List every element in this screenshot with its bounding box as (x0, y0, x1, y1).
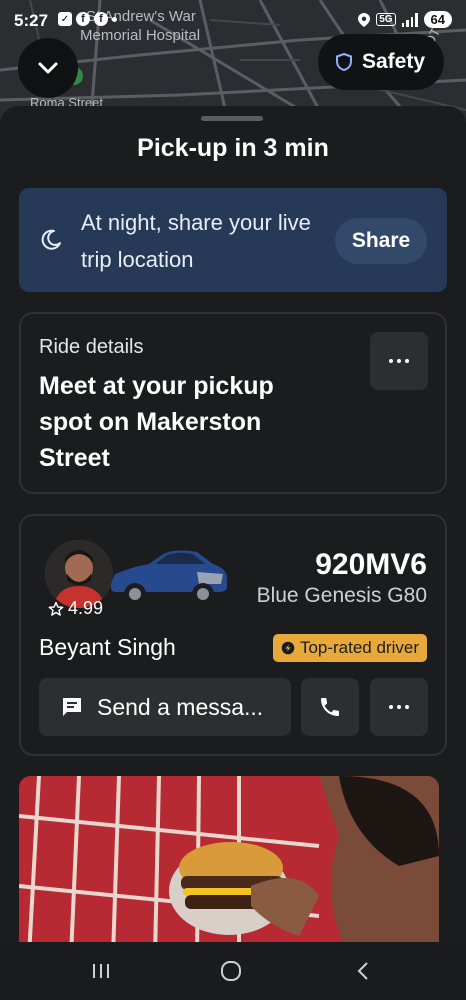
promo-banner[interactable] (19, 776, 439, 942)
share-button[interactable]: Share (335, 218, 427, 264)
collapse-button[interactable] (18, 38, 78, 98)
night-share-text: At night, share your live trip location (81, 210, 311, 272)
more-dots-icon (389, 705, 393, 709)
ride-details-more-button[interactable] (370, 332, 428, 390)
promo-image (19, 776, 439, 942)
send-message-button[interactable]: Send a messa... (39, 678, 291, 736)
top-rated-badge: Top-rated driver (272, 634, 427, 662)
chevron-down-icon (38, 62, 58, 74)
notification-icons: ✓ f f (58, 12, 117, 26)
system-icons: 5G 64 (358, 11, 452, 28)
home-button[interactable] (216, 956, 246, 986)
facebook-icon-2: f (94, 12, 108, 26)
trip-sheet: Pick-up in 3 min At night, share your li… (0, 106, 466, 942)
location-icon (358, 12, 371, 27)
car-image (111, 550, 227, 605)
more-dots-icon (389, 359, 393, 363)
back-icon (357, 962, 368, 980)
license-plate: 920MV6 (315, 548, 427, 581)
facebook-icon: f (76, 12, 90, 26)
more-notifications-dot-icon (112, 17, 117, 22)
status-time: 5:27 (14, 11, 49, 30)
battery-level: 64 (423, 11, 452, 28)
safety-button[interactable]: Safety (318, 34, 444, 90)
top-rated-label: Top-rated driver (299, 638, 419, 657)
home-icon (221, 961, 241, 981)
top-rated-icon (281, 641, 295, 655)
moon-icon (41, 229, 61, 250)
night-share-banner: At night, share your live trip location … (19, 188, 447, 292)
driver-rating: 4.99 (48, 598, 103, 619)
ride-details-card: Ride details Meet at your pickup spot on… (19, 312, 447, 494)
pickup-instructions: Meet at your pickup spot on Makerston St… (39, 372, 274, 472)
driver-rating-value: 4.99 (68, 598, 104, 618)
signal-icon (401, 12, 418, 27)
shield-icon (336, 53, 352, 71)
vehicle-model: Blue Genesis G80 (256, 584, 427, 607)
checkbox-notification-icon: ✓ (58, 12, 72, 26)
pickup-title: Pick-up in 3 min (137, 134, 329, 162)
recent-apps-button[interactable] (86, 956, 116, 986)
system-nav-bar (0, 942, 466, 1000)
star-icon (48, 601, 64, 616)
safety-label: Safety (362, 50, 426, 73)
driver-card: 4.99 920MV6 Blue Genesis G80 Beyant Sing… (19, 514, 447, 756)
driver-name: Beyant Singh (39, 634, 176, 660)
ride-details-heading: Ride details (39, 336, 144, 358)
send-message-label: Send a messa... (97, 693, 264, 720)
back-button[interactable] (348, 956, 378, 986)
network-type: 5G (376, 13, 396, 26)
recent-apps-icon (93, 964, 109, 978)
phone-icon (321, 698, 339, 716)
call-button[interactable] (301, 678, 359, 736)
chat-icon (63, 698, 81, 716)
driver-more-button[interactable] (370, 678, 428, 736)
drag-handle[interactable] (201, 116, 263, 121)
